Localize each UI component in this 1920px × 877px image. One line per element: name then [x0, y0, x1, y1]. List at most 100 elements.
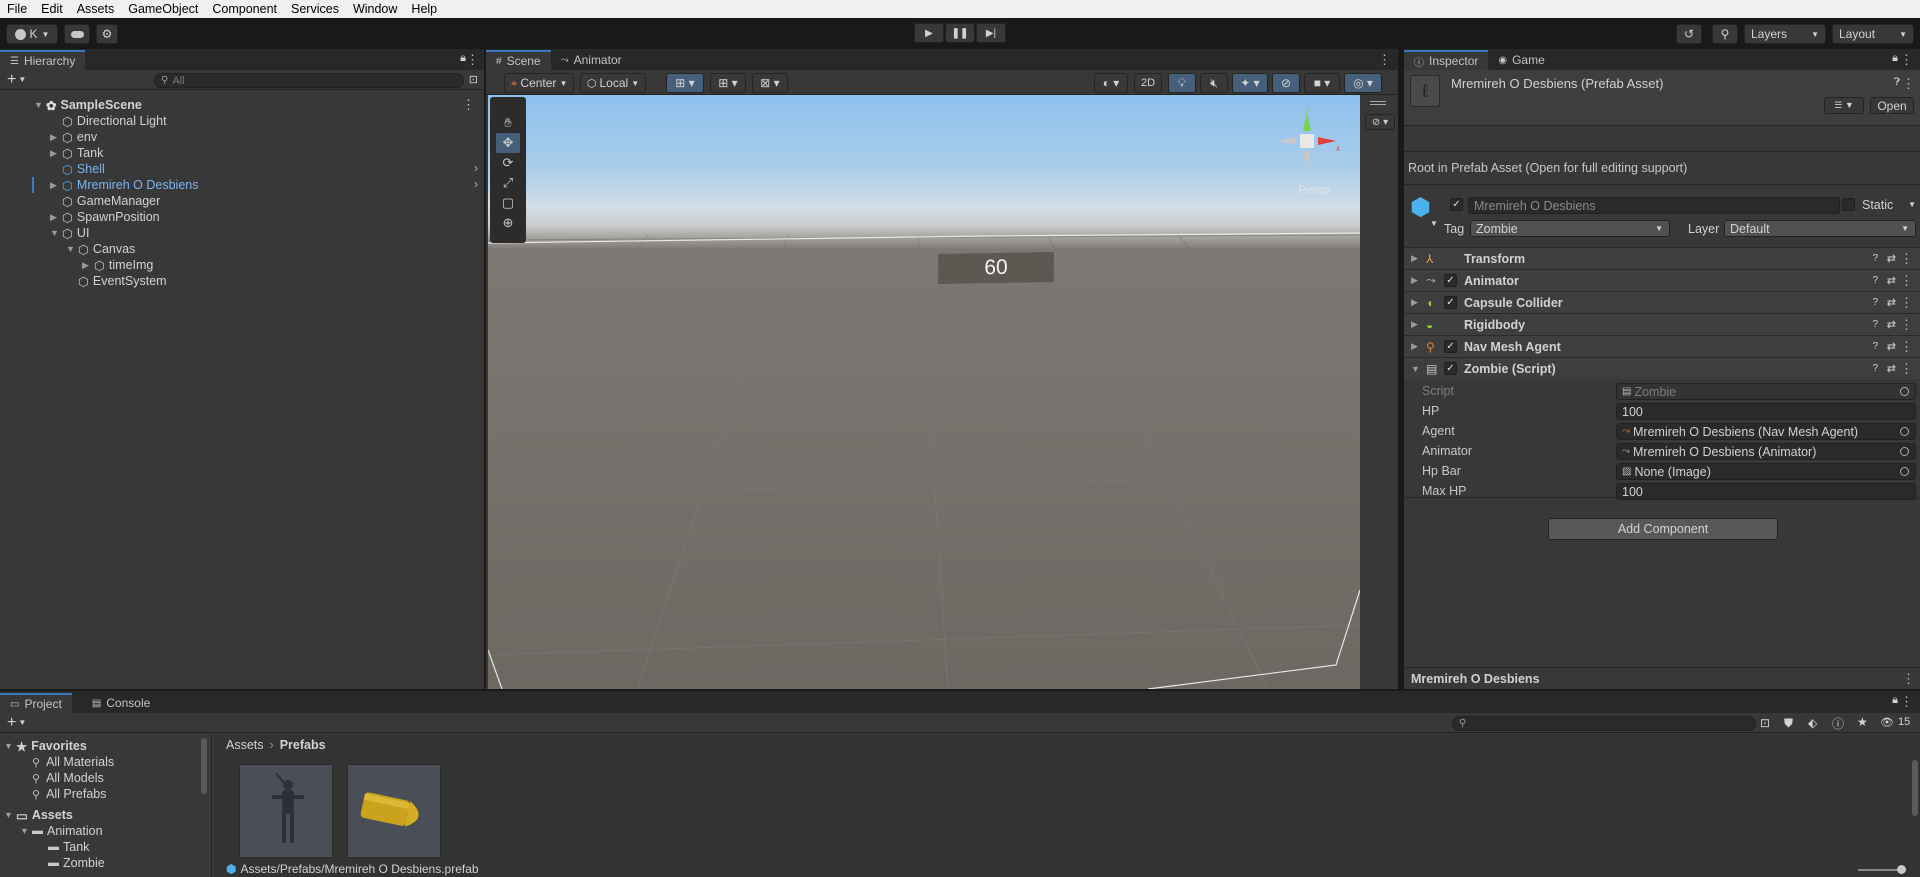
breadcrumb-assets[interactable]: Assets — [226, 738, 264, 752]
chevron-down-icon[interactable]: ▼ — [1908, 200, 1916, 209]
component-header[interactable]: ▶ ⅄ Transform? ⇄ ⋮ — [1404, 247, 1920, 269]
component-enabled-checkbox[interactable]: ✓ — [1444, 340, 1457, 353]
tree-scrollbar[interactable] — [201, 738, 207, 794]
more-options-icon[interactable]: ⋮ — [1900, 295, 1913, 311]
active-checkbox[interactable]: ✓ — [1450, 198, 1463, 211]
collab-button[interactable]: ⚙ — [96, 24, 118, 44]
breadcrumb-prefabs[interactable]: Prefabs — [280, 738, 326, 752]
static-checkbox[interactable] — [1842, 198, 1855, 211]
folder-item[interactable]: ▼ ▬ Animation — [20, 823, 103, 839]
lock-icon[interactable]: 🔒︎ — [1892, 52, 1898, 65]
add-icon[interactable]: + — [7, 71, 16, 89]
expand-arrow-icon[interactable]: ▶ — [1411, 341, 1418, 352]
play-button[interactable]: ▶ — [914, 23, 944, 43]
project-search[interactable]: ⚲ — [1452, 716, 1756, 731]
property-field[interactable]: 100 — [1616, 403, 1916, 420]
chevron-down-icon[interactable]: ▼ — [18, 718, 26, 727]
asset-tile-shell[interactable] — [347, 764, 441, 858]
expand-arrow-icon[interactable]: ▼ — [20, 826, 32, 836]
favorite-item[interactable]: ⚲ All Materials — [32, 754, 114, 770]
search-button[interactable]: ⚲ — [1712, 24, 1738, 44]
favorite-item[interactable]: ⚲ All Models — [32, 770, 104, 786]
object-picker-icon[interactable] — [1900, 447, 1909, 456]
camera-dropdown[interactable]: ■ ▾ — [1304, 73, 1340, 93]
menu-component[interactable]: Component — [205, 2, 284, 16]
more-options-icon[interactable]: ⋮ — [466, 52, 479, 68]
eye-icon[interactable]: 👁︎ — [1880, 716, 1894, 729]
menu-window[interactable]: Window — [346, 2, 404, 16]
hierarchy-item[interactable]: ▼ ⬡ Canvas — [66, 241, 135, 257]
object-name-field[interactable]: Mremireh O Desbiens — [1468, 197, 1840, 214]
hierarchy-item[interactable]: ⬡ GameManager — [50, 193, 160, 209]
step-button[interactable]: ▶| — [976, 23, 1006, 43]
preset-icon[interactable]: ⇄ — [1887, 296, 1896, 309]
folder-item[interactable]: ▬ Tank — [36, 839, 89, 855]
warning-filter-icon[interactable]: ⓘ — [1832, 715, 1844, 732]
tab-inspector[interactable]: ⓘ Inspector — [1404, 50, 1489, 70]
more-options-icon[interactable]: ⋮ — [1900, 361, 1913, 377]
move-tool[interactable]: ✥ — [496, 133, 520, 153]
scale-tool[interactable]: ⤢ — [496, 173, 520, 193]
more-options-icon[interactable]: ⋮ — [1900, 52, 1913, 68]
expand-arrow-icon[interactable]: ▼ — [34, 100, 46, 110]
assets-row[interactable]: ▼ ▭ Assets — [4, 807, 73, 823]
lock-icon[interactable]: 🔒︎ — [1892, 694, 1898, 707]
preset-icon[interactable]: ⇄ — [1887, 274, 1896, 287]
hierarchy-item[interactable]: ⬡ EventSystem — [66, 273, 167, 289]
tab-project[interactable]: ▭ Project — [0, 693, 72, 713]
expand-arrow-icon[interactable]: ▶ — [1411, 297, 1418, 308]
component-enabled-checkbox[interactable]: ✓ — [1444, 296, 1457, 309]
scene-row[interactable]: ▼ ✿ SampleScene — [34, 97, 142, 113]
expand-arrow-icon[interactable]: ▶ — [50, 212, 62, 223]
menu-gameobject[interactable]: GameObject — [121, 2, 205, 16]
grid-snap-toggle[interactable]: ⊞ ▾ — [666, 73, 704, 93]
effects-dropdown[interactable]: ✦ ▾ — [1232, 73, 1268, 93]
shading-mode-dropdown[interactable]: ◐ ▾ — [1094, 73, 1128, 93]
help-icon[interactable]: ❓︎ — [1894, 77, 1900, 88]
tab-animator[interactable]: ⤳ Animator — [551, 50, 632, 70]
gizmos-dropdown[interactable]: ◎ ▾ — [1344, 73, 1382, 93]
tag-icon[interactable]: ⬖ — [1808, 716, 1817, 730]
lighting-toggle[interactable]: 💡︎ — [1168, 73, 1196, 93]
menu-services[interactable]: Services — [284, 2, 346, 16]
more-options-icon[interactable]: ⋮ — [1900, 317, 1913, 333]
transform-tool[interactable]: ⊕ — [496, 213, 520, 233]
component-enabled-checkbox[interactable]: ✓ — [1444, 274, 1457, 287]
overlay-menu-icon[interactable] — [1370, 101, 1386, 102]
history-button[interactable]: ↺ — [1676, 24, 1702, 44]
menu-edit[interactable]: Edit — [34, 2, 70, 16]
help-icon[interactable]: ? — [1872, 297, 1878, 308]
open-prefab-button[interactable]: Open — [1870, 97, 1914, 114]
more-options-icon[interactable]: ⋮ — [1902, 671, 1915, 687]
expand-arrow-icon[interactable]: ▶ — [50, 132, 62, 143]
more-options-icon[interactable]: ⋮ — [1900, 694, 1913, 710]
hierarchy-item[interactable]: ▶ ⬡ Tank — [50, 145, 103, 161]
account-dropdown[interactable]: K ▼ — [6, 24, 58, 44]
hierarchy-item[interactable]: ⬡ Shell — [50, 161, 105, 177]
more-options-icon[interactable]: ⋮ — [1900, 251, 1913, 267]
expand-arrow-icon[interactable]: ▶ — [50, 148, 62, 159]
chevron-right-icon[interactable]: › — [474, 161, 478, 175]
grid-dropdown[interactable]: ⊞ ▾ — [710, 73, 746, 93]
help-icon[interactable]: ? — [1872, 253, 1878, 264]
help-icon[interactable]: ? — [1872, 341, 1878, 352]
scene-viewport[interactable]: 60 ✋︎ ✥ ⟳ ⤢ ▢ ⊕ y x Persp — [488, 95, 1360, 689]
hierarchy-search[interactable]: ⚲ All — [154, 73, 464, 88]
expand-arrow-icon[interactable]: ▼ — [4, 741, 16, 751]
help-icon[interactable]: ? — [1872, 319, 1878, 330]
hierarchy-item[interactable]: ⬡ Directional Light — [50, 113, 167, 129]
scene-more-icon[interactable]: ⋮ — [462, 97, 475, 113]
property-field[interactable]: ⤳ Mremireh O Desbiens (Nav Mesh Agent) — [1616, 423, 1916, 440]
help-icon[interactable]: ? — [1872, 363, 1878, 374]
hierarchy-item[interactable]: ▶ ⬡ SpawnPosition — [50, 209, 160, 225]
menu-help[interactable]: Help — [404, 2, 444, 16]
add-icon[interactable]: + — [7, 714, 16, 732]
component-header[interactable]: ▼ ▤ ✓ Zombie (Script)? ⇄ ⋮ — [1404, 357, 1920, 379]
expand-arrow-icon[interactable]: ▼ — [4, 810, 16, 820]
collapse-arrow-icon[interactable]: ▼ — [66, 244, 78, 254]
layout-dropdown[interactable]: Layout ▼ — [1832, 24, 1914, 44]
expand-arrow-icon[interactable]: ▶ — [1411, 253, 1418, 264]
component-header[interactable]: ▶ ⤳ ✓ Animator? ⇄ ⋮ — [1404, 269, 1920, 291]
hierarchy-item[interactable]: ▼ ⬡ UI — [50, 225, 89, 241]
rect-tool[interactable]: ▢ — [496, 193, 520, 213]
